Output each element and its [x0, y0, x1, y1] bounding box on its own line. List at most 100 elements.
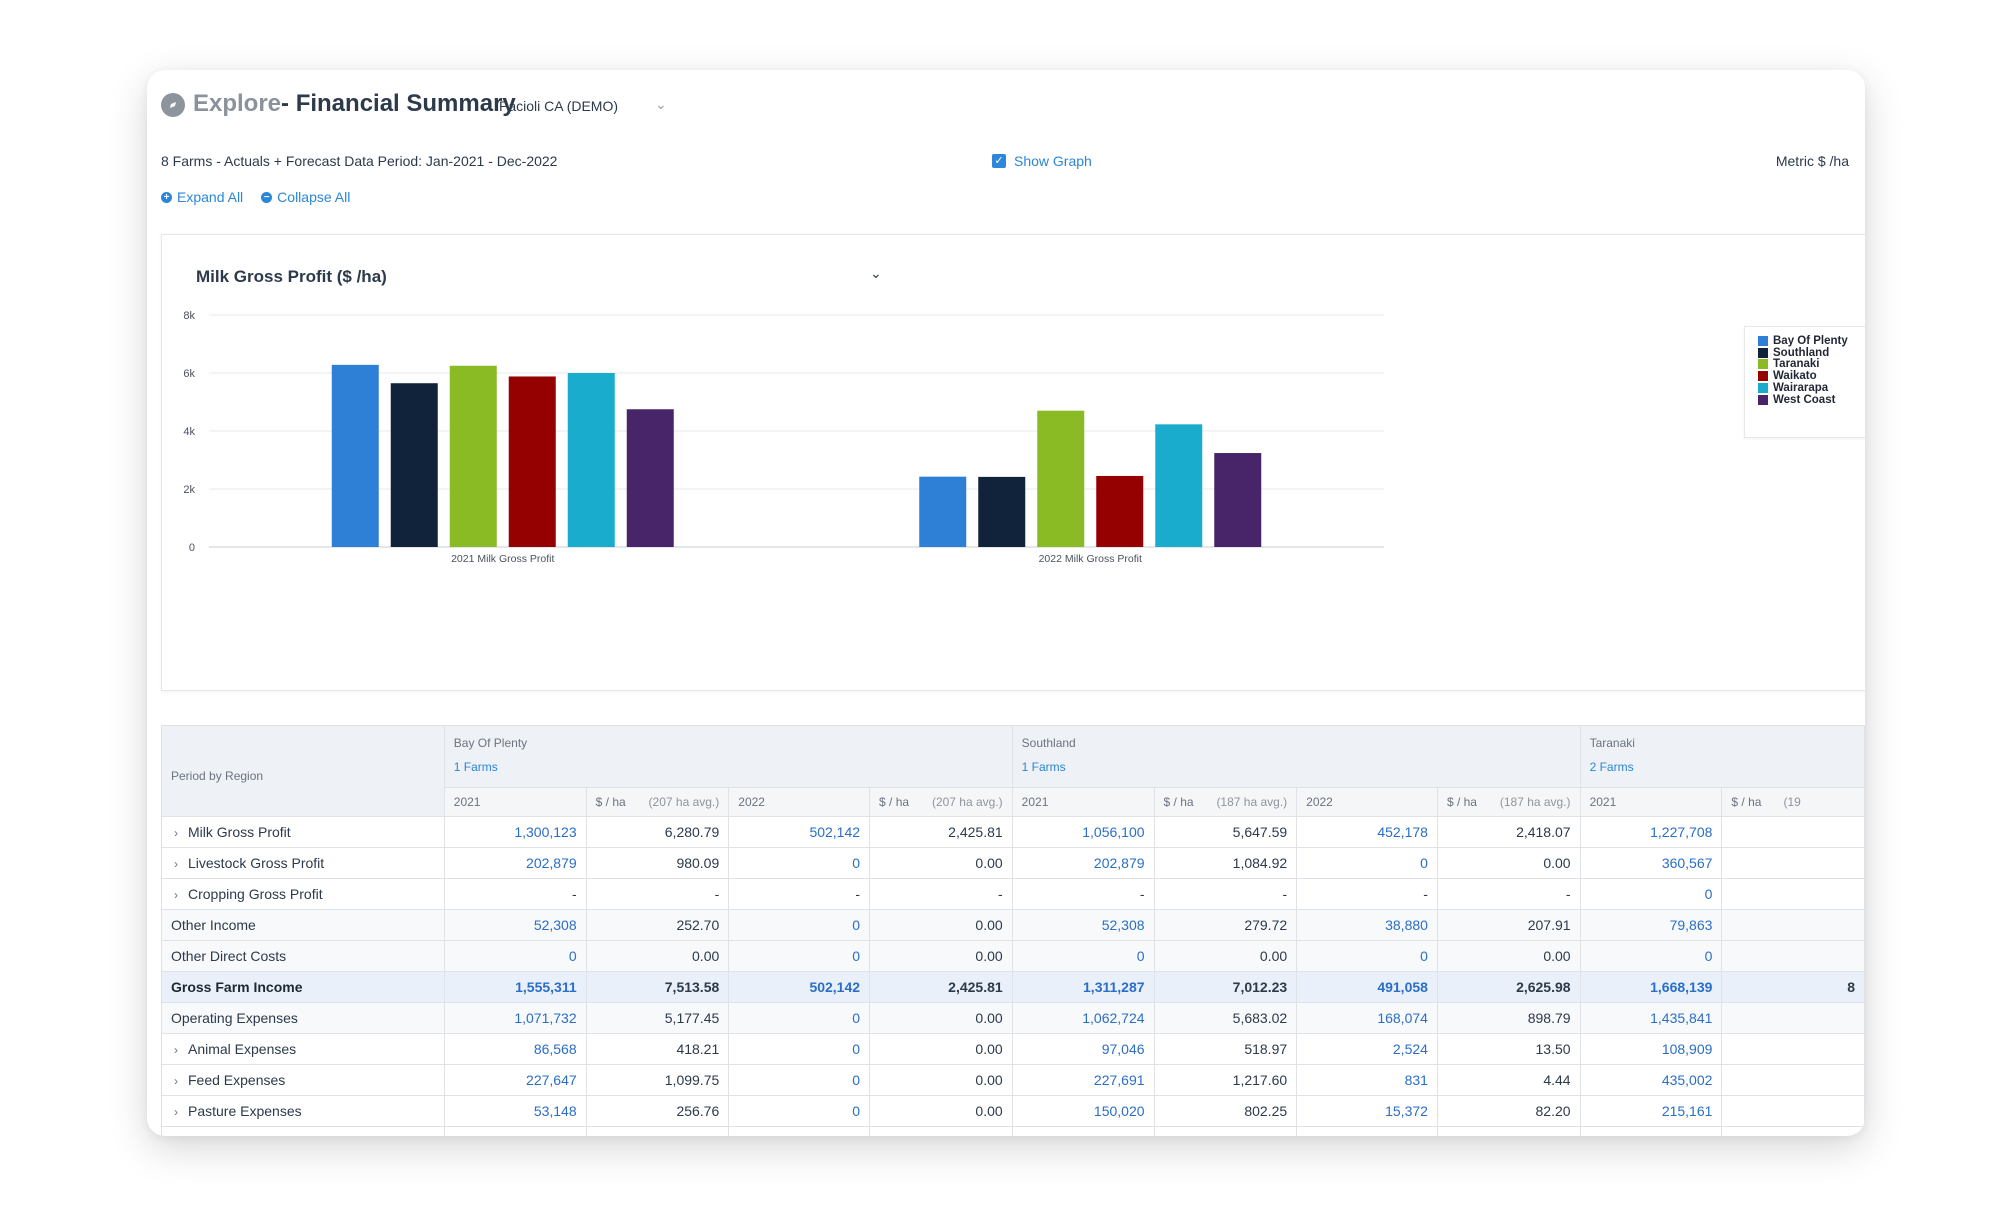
amount-cell[interactable]: 0: [728, 1002, 871, 1034]
collapse-all-button[interactable]: − Collapse All: [261, 189, 350, 205]
amount-cell[interactable]: 0: [728, 847, 871, 879]
amount-cell[interactable]: 452,178: [1296, 816, 1438, 848]
amount-cell[interactable]: 502,142: [728, 816, 871, 848]
chevron-right-icon[interactable]: ›: [174, 1105, 188, 1119]
chevron-right-icon[interactable]: ›: [174, 857, 188, 871]
legend-item[interactable]: West Coast: [1758, 394, 1835, 406]
row-label[interactable]: › Pasture Expenses: [161, 1095, 445, 1127]
legend-item[interactable]: Wairarapa: [1758, 382, 1828, 394]
amount-cell[interactable]: 97,046: [1011, 1033, 1155, 1065]
chevron-right-icon[interactable]: ›: [174, 1043, 188, 1057]
amount-cell[interactable]: 1,071,732: [443, 1002, 587, 1034]
legend-item[interactable]: Southland: [1758, 347, 1829, 359]
amount-cell[interactable]: 502,142: [728, 971, 871, 1003]
row-label-text: Operating Expenses: [171, 1010, 298, 1026]
legend-item[interactable]: Waikato: [1758, 370, 1817, 382]
expand-collapse-controls: + Expand All − Collapse All: [161, 189, 350, 205]
org-selector[interactable]: Pacioli CA (DEMO): [499, 98, 618, 114]
amount-cell[interactable]: 202,879: [1011, 847, 1155, 879]
amount-cell[interactable]: 517,738: [1011, 1126, 1155, 1136]
show-graph-label: Show Graph: [1014, 153, 1092, 169]
table-row[interactable]: ›Operating Expenses504,3712,436.4800.005…: [161, 1126, 1865, 1136]
expand-all-button[interactable]: + Expand All: [161, 189, 243, 205]
amount-cell[interactable]: 108,909: [1579, 1033, 1723, 1065]
table-row[interactable]: › Livestock Gross Profit 202,879 980.09 0 0.0…: [161, 847, 1865, 879]
legend-swatch: [1758, 371, 1768, 382]
checkbox-checked-icon[interactable]: ✓: [992, 154, 1006, 168]
amount-cell[interactable]: 168,074: [1296, 1002, 1438, 1034]
row-label[interactable]: › Cropping Gross Profit: [161, 878, 445, 910]
amount-cell[interactable]: 0: [728, 1064, 871, 1096]
row-label[interactable]: › Livestock Gross Profit: [161, 847, 445, 879]
amount-cell[interactable]: 215,161: [1579, 1095, 1723, 1127]
amount-cell[interactable]: 1,062,724: [1011, 1002, 1155, 1034]
amount-cell: -: [443, 878, 587, 910]
legend-item[interactable]: Bay Of Plenty: [1758, 335, 1848, 347]
amount-cell[interactable]: 0: [728, 1095, 871, 1127]
amount-cell[interactable]: 0: [1579, 940, 1723, 972]
amount-cell[interactable]: 0: [1296, 940, 1438, 972]
y-tick-label: 8k: [183, 310, 195, 322]
table-row[interactable]: › Milk Gross Profit 1,300,123 6,280.79 502,1…: [161, 816, 1865, 848]
show-graph-toggle[interactable]: ✓ Show Graph: [992, 153, 1092, 169]
amount-cell[interactable]: 53,148: [443, 1095, 587, 1127]
amount-cell[interactable]: 79,863: [1579, 909, 1723, 941]
amount-cell[interactable]: 1,555,311: [443, 971, 587, 1003]
legend-item[interactable]: Taranaki: [1758, 358, 1819, 370]
amount-cell[interactable]: 0: [728, 1033, 871, 1065]
amount-cell[interactable]: 2,524: [1296, 1033, 1438, 1065]
chevron-down-icon[interactable]: ⌄: [655, 96, 667, 113]
chevron-right-icon[interactable]: ›: [174, 1074, 188, 1088]
amount-cell[interactable]: 15,372: [1296, 1095, 1438, 1127]
chevron-right-icon[interactable]: ›: [174, 888, 188, 902]
amount-cell[interactable]: 227,647: [443, 1064, 587, 1096]
bar: [626, 409, 674, 547]
amount-cell[interactable]: 38,880: [1296, 909, 1438, 941]
amount-cell[interactable]: 1,300,123: [443, 816, 587, 848]
y-tick-label: 6k: [183, 368, 195, 380]
amount-cell[interactable]: 52,308: [1011, 909, 1155, 941]
table-row[interactable]: › Animal Expenses 86,568 418.21 0 0.00 97,046 5…: [161, 1033, 1865, 1065]
amount-cell[interactable]: 1,311,287: [1011, 971, 1155, 1003]
amount-cell[interactable]: 140,157: [1296, 1126, 1438, 1136]
amount-cell[interactable]: 1,435,841: [1579, 1002, 1723, 1034]
amount-cell[interactable]: 0: [728, 1126, 871, 1136]
row-label-text: Cropping Gross Profit: [188, 886, 323, 902]
row-label[interactable]: › Feed Expenses: [161, 1064, 445, 1096]
amount-cell[interactable]: 0: [728, 909, 871, 941]
amount-cell[interactable]: 202,879: [443, 847, 587, 879]
row-label[interactable]: › Animal Expenses: [161, 1033, 445, 1065]
amount-cell[interactable]: 0: [443, 940, 587, 972]
amount-cell[interactable]: 360,567: [1579, 847, 1723, 879]
amount-cell[interactable]: 150,020: [1011, 1095, 1155, 1127]
per-ha-cell: 2,625.98: [1436, 971, 1581, 1003]
amount-cell[interactable]: 1,668,139: [1579, 971, 1723, 1003]
amount-cell[interactable]: 0: [1296, 847, 1438, 879]
table-row[interactable]: › Pasture Expenses 53,148 256.76 0 0.00 150,02…: [161, 1095, 1865, 1127]
amount-cell[interactable]: 504,371: [443, 1126, 587, 1136]
table-row[interactable]: › Cropping Gross Profit - - - - - - - -0: [161, 878, 1865, 910]
amount-cell[interactable]: 529,109: [1579, 1126, 1723, 1136]
row-label[interactable]: ›Operating Expenses: [161, 1126, 445, 1136]
region-farms-link[interactable]: 1 Farms: [454, 760, 1003, 774]
amount-cell[interactable]: 227,691: [1011, 1064, 1155, 1096]
table-row[interactable]: › Feed Expenses 227,647 1,099.75 0 0.00 227,69…: [161, 1064, 1865, 1096]
legend-label: Taranaki: [1773, 358, 1820, 371]
chevron-right-icon[interactable]: ›: [174, 826, 188, 840]
amount-cell[interactable]: 0: [728, 940, 871, 972]
per-ha-cell: 751.11: [1436, 1126, 1581, 1136]
amount-cell[interactable]: 1,227,708: [1579, 816, 1723, 848]
region-farms-link[interactable]: 1 Farms: [1022, 760, 1571, 774]
region-farms-link[interactable]: 2 Farms: [1590, 760, 1855, 774]
metric-selector[interactable]: Metric $ /ha: [1776, 153, 1849, 169]
amount-cell[interactable]: 0: [1579, 878, 1723, 910]
amount-cell[interactable]: 1,056,100: [1011, 816, 1155, 848]
bar: [919, 476, 967, 547]
amount-cell[interactable]: 831: [1296, 1064, 1438, 1096]
row-label[interactable]: › Milk Gross Profit: [161, 816, 445, 848]
amount-cell[interactable]: 435,002: [1579, 1064, 1723, 1096]
amount-cell[interactable]: 86,568: [443, 1033, 587, 1065]
amount-cell[interactable]: 52,308: [443, 909, 587, 941]
amount-cell[interactable]: 0: [1011, 940, 1155, 972]
amount-cell[interactable]: 491,058: [1296, 971, 1438, 1003]
